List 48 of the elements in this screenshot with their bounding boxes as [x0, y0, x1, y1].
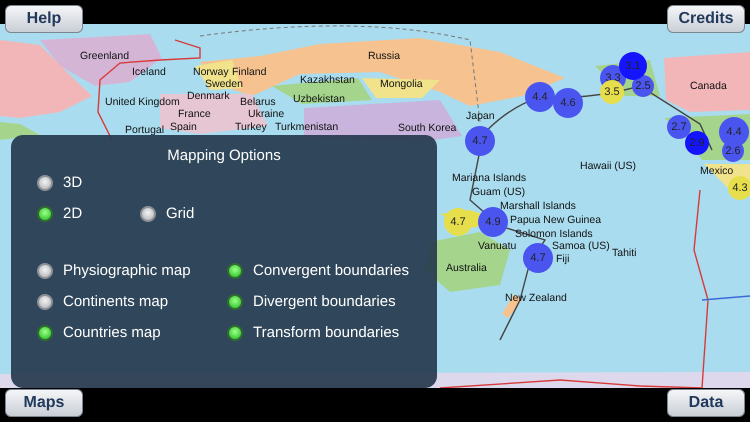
place-label: Ukraine	[248, 108, 284, 120]
credits-button[interactable]: Credits	[667, 5, 745, 33]
place-label: Mexico	[700, 165, 734, 177]
place-label: Canada	[690, 80, 727, 92]
place-label: Kazakhstan	[300, 74, 355, 86]
maps-button[interactable]: Maps	[5, 389, 83, 417]
place-label: Greenland	[80, 50, 130, 62]
option-toggle[interactable]: Transform boundaries	[227, 324, 417, 341]
place-label: Japan	[466, 110, 495, 122]
option-toggle[interactable]: 3D	[37, 174, 140, 191]
landmass	[0, 122, 40, 140]
place-label: Turkmenistan	[275, 121, 338, 133]
place-label: Papua New Guinea	[510, 214, 602, 226]
place-label: Uzbekistan	[293, 93, 345, 105]
earthquake-marker[interactable]: 4.3	[728, 176, 750, 200]
place-label: Guam (US)	[472, 186, 526, 198]
place-label: Tahiti	[612, 247, 637, 259]
place-label: Australia	[446, 262, 487, 274]
popover-title: Mapping Options	[166, 147, 282, 164]
earthquake-marker[interactable]: 4.7	[444, 208, 472, 236]
place-label: Iceland	[132, 66, 166, 78]
option-toggle[interactable]: Divergent boundaries	[227, 293, 417, 310]
place-label: Spain	[170, 121, 197, 133]
place-label: United Kingdom	[105, 96, 180, 108]
place-label: Samoa (US)	[552, 240, 610, 252]
option-toggle[interactable]: Countries map	[37, 324, 227, 341]
place-label: France	[178, 108, 211, 120]
data-button[interactable]: Data	[667, 389, 745, 417]
place-label: Mongolia	[380, 78, 423, 90]
option-toggle[interactable]: Convergent boundaries	[227, 262, 417, 279]
option-toggle[interactable]: Continents map	[37, 293, 227, 310]
place-label: Vanuatu	[478, 240, 516, 252]
place-label: Turkey	[235, 121, 267, 133]
place-label: Sweden	[205, 78, 243, 90]
option-toggle[interactable]: Grid	[140, 205, 417, 222]
help-button[interactable]: Help	[5, 5, 83, 33]
place-label: Hawaii (US)	[580, 160, 636, 172]
place-label: Norway	[193, 66, 229, 78]
place-label: Denmark	[187, 90, 230, 102]
place-label: Russia	[368, 50, 400, 62]
option-toggle[interactable]: Physiographic map	[37, 262, 227, 279]
place-label: South Korea	[398, 122, 456, 134]
place-label: Belarus	[240, 96, 276, 108]
earthquake-marker[interactable]: 3.5	[600, 80, 624, 104]
option-toggle[interactable]: 2D	[37, 205, 140, 222]
place-label: Portugal	[125, 124, 164, 136]
place-label: Finland	[232, 66, 266, 78]
place-label: Fiji	[556, 253, 570, 265]
